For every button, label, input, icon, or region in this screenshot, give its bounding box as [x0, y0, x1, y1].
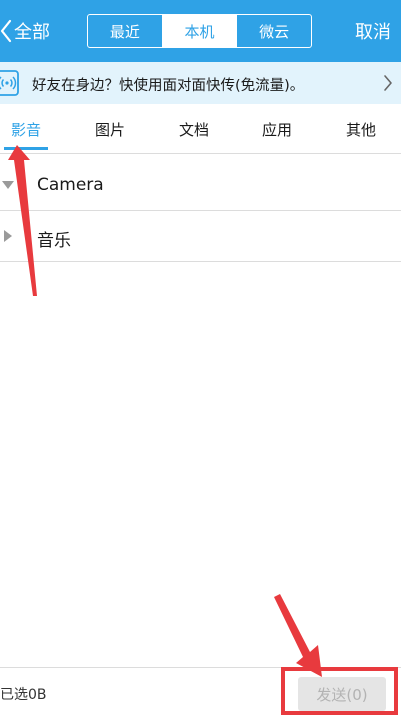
- back-button[interactable]: 全部: [0, 12, 50, 50]
- nearby-transfer-icon: [0, 70, 19, 96]
- caret-right-icon: [4, 230, 12, 242]
- send-button[interactable]: 发送(0): [298, 677, 386, 711]
- segment-weiyun[interactable]: 微云: [236, 15, 311, 47]
- chevron-right-icon: [384, 75, 392, 91]
- caret-down-icon: [2, 181, 14, 189]
- banner-text: 好友在身边？快使用面对面快传(免流量)。: [32, 78, 305, 94]
- cancel-button[interactable]: 取消: [355, 18, 391, 44]
- active-tab-indicator: [4, 147, 48, 150]
- selected-size-text: 已选0B: [0, 687, 47, 703]
- tab-apps[interactable]: 应用: [242, 104, 312, 154]
- segment-local[interactable]: 本机: [161, 15, 237, 47]
- tab-images[interactable]: 图片: [75, 104, 145, 154]
- folder-label: 音乐: [37, 231, 71, 251]
- bottom-action-bar: 已选0B 发送(0): [0, 667, 401, 717]
- folder-row-camera[interactable]: Camera: [0, 161, 401, 211]
- folder-label: Camera: [37, 175, 104, 195]
- source-segmented-control: 最近 本机 微云: [87, 14, 312, 48]
- segment-recent[interactable]: 最近: [88, 15, 162, 47]
- annotation-arrow-down: [274, 594, 322, 677]
- face-to-face-transfer-banner[interactable]: 好友在身边？快使用面对面快传(免流量)。: [0, 62, 401, 104]
- category-tabs: 影音 图片 文档 应用 其他: [0, 104, 401, 154]
- file-picker-screen: 全部 最近 本机 微云 取消 好友在身边？快使用面对面快传(免流量)。 影音 图…: [0, 0, 401, 717]
- tab-documents[interactable]: 文档: [159, 104, 229, 154]
- top-nav-bar: 全部 最近 本机 微云 取消: [0, 0, 401, 62]
- folder-row-music[interactable]: 音乐: [0, 212, 401, 262]
- back-label: 全部: [14, 22, 50, 43]
- chevron-left-icon: [0, 19, 12, 43]
- tab-other[interactable]: 其他: [326, 104, 396, 154]
